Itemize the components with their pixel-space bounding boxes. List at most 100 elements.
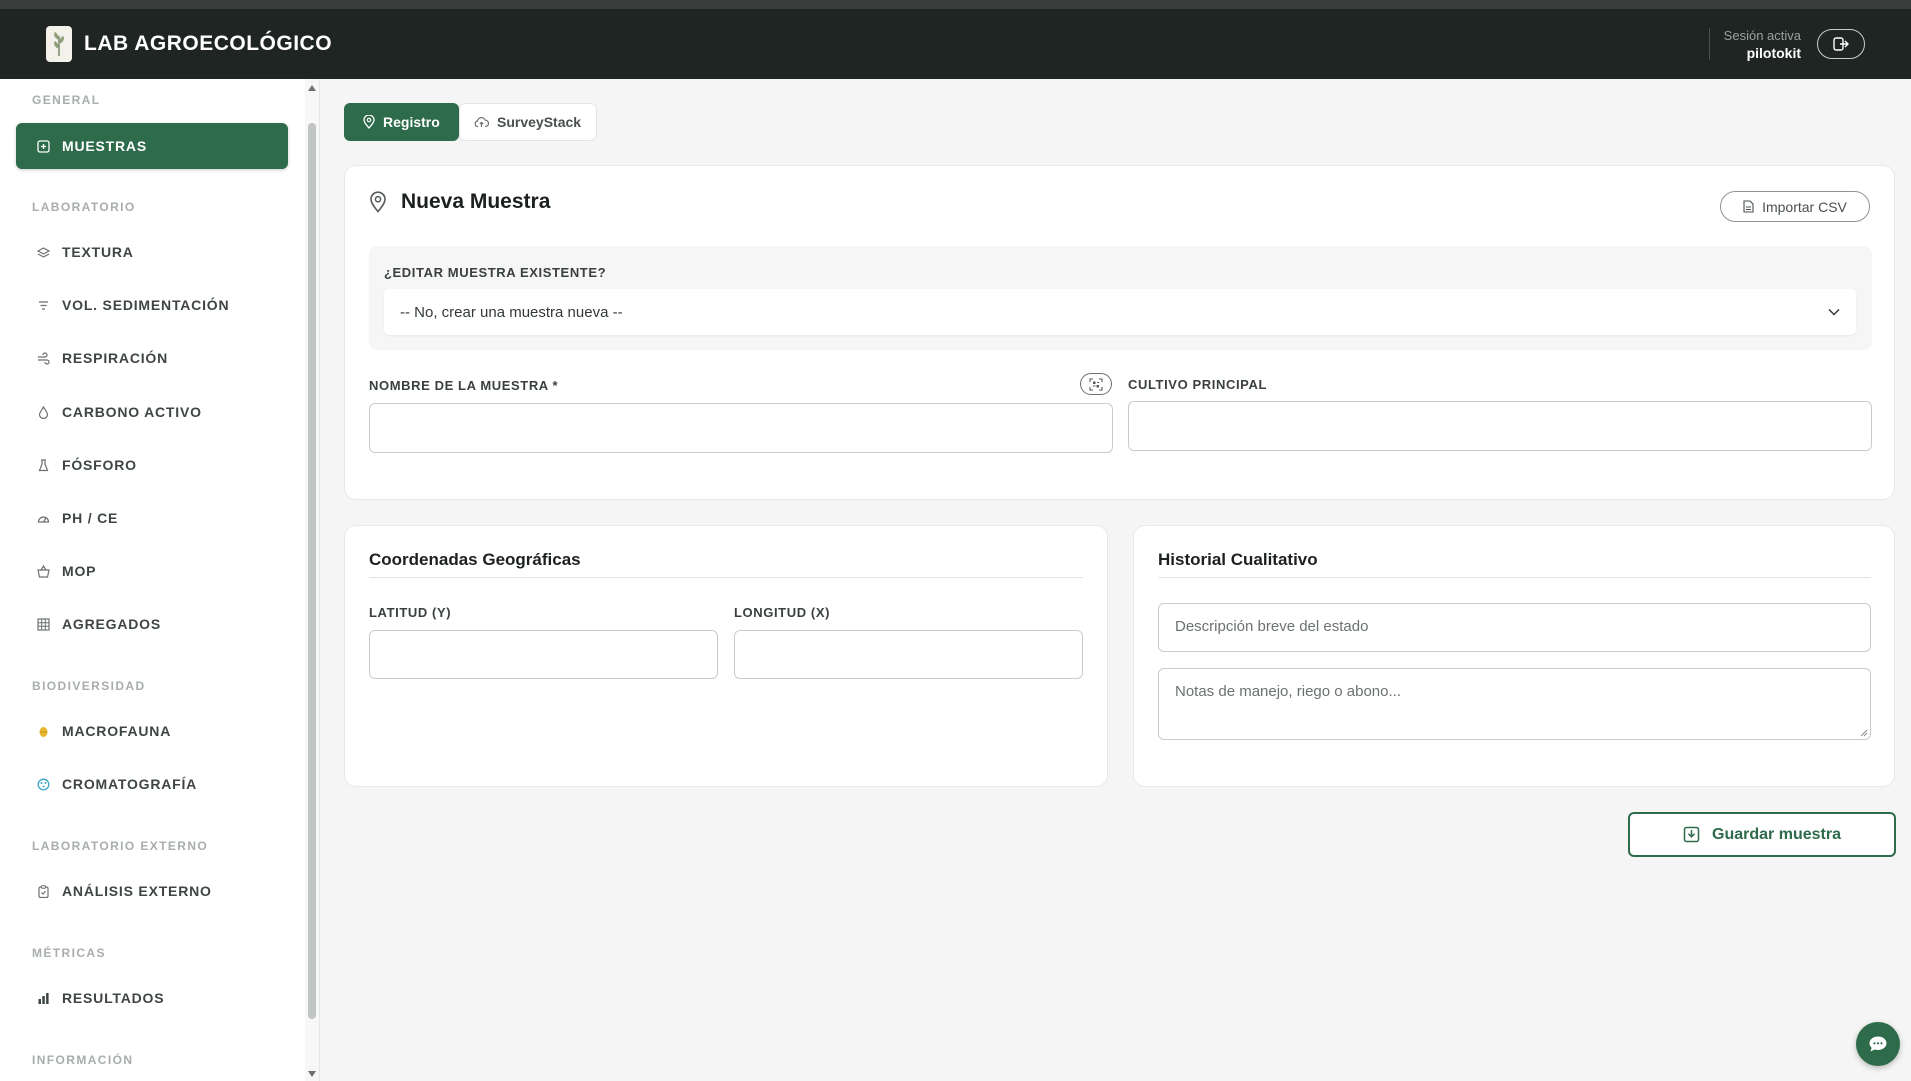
tab-label: SurveyStack	[497, 114, 582, 130]
import-csv-label: Importar CSV	[1762, 198, 1847, 215]
logout-button[interactable]	[1817, 29, 1865, 59]
edit-existing-select[interactable]: -- No, crear una muestra nueva --	[384, 289, 1856, 335]
edit-existing-box: ¿EDITAR MUESTRA EXISTENTE? -- No, crear …	[369, 246, 1872, 350]
card-title-row: Nueva Muestra	[369, 190, 550, 214]
qr-scan-button[interactable]	[1080, 373, 1112, 395]
sidebar-item-textura[interactable]: TEXTURA	[16, 229, 288, 275]
logout-icon	[1833, 37, 1849, 51]
app-logo	[46, 26, 72, 62]
sidebar-item-label: RESULTADOS	[62, 990, 165, 1006]
coordinates-divider	[369, 577, 1083, 578]
save-icon	[1683, 826, 1700, 843]
history-title: Historial Cualitativo	[1158, 550, 1318, 569]
chat-bubble-icon	[1869, 1036, 1887, 1052]
coordinates-card: Coordenadas Geográficas LATITUD (Y) LONG…	[344, 525, 1108, 787]
sidebar-item-agregados[interactable]: AGREGADOS	[16, 601, 288, 647]
state-description-input[interactable]: Descripción breve del estado	[1158, 603, 1871, 652]
state-description-placeholder: Descripción breve del estado	[1175, 618, 1369, 635]
filter-icon	[36, 298, 50, 312]
sidebar-item-label: VOL. SEDIMENTACIÓN	[62, 297, 230, 313]
sidebar-item-macrofauna[interactable]: MACROFAUNA	[16, 708, 288, 754]
sidebar-item-cromatografia[interactable]: CROMATOGRAFÍA	[16, 761, 288, 807]
resize-handle-icon[interactable]	[1860, 729, 1868, 737]
map-pin-icon	[363, 115, 375, 129]
sidebar-item-ph-ce[interactable]: PH / CE	[16, 495, 288, 541]
app-title: LAB AGROECOLÓGICO	[84, 32, 333, 55]
edit-existing-label: ¿EDITAR MUESTRA EXISTENTE?	[384, 265, 607, 280]
sidebar-item-analisis-externo[interactable]: ANÁLISIS EXTERNO	[16, 868, 288, 914]
bug-icon	[36, 724, 50, 738]
scroll-up-arrow-icon[interactable]	[308, 85, 316, 91]
session-label: Sesión activa	[1723, 27, 1801, 43]
management-notes-textarea[interactable]: Notas de manejo, riego o abono...	[1158, 668, 1871, 740]
save-sample-label: Guardar muestra	[1712, 825, 1841, 843]
longitude-label: LONGITUD (X)	[734, 605, 831, 620]
save-sample-button[interactable]: Guardar muestra	[1628, 812, 1896, 857]
session-info: Sesión activa pilotokit	[1724, 28, 1801, 61]
sample-name-input[interactable]	[369, 403, 1113, 453]
coordinates-title: Coordenadas Geográficas	[369, 550, 581, 569]
sidebar-item-label: ANÁLISIS EXTERNO	[62, 883, 212, 899]
sidebar-item-resultados[interactable]: RESULTADOS	[16, 975, 288, 1021]
crop-input[interactable]	[1128, 401, 1872, 451]
sidebar-item-carbono-activo[interactable]: CARBONO ACTIVO	[16, 389, 288, 435]
tab-registro[interactable]: Registro	[344, 103, 459, 141]
sidebar-item-muestras[interactable]: MUESTRAS	[16, 123, 288, 169]
map-pin-icon	[370, 191, 386, 213]
sidebar: GENERAL MUESTRAS LABORATORIO TEXTURA VOL…	[0, 79, 320, 1081]
select-value: -- No, crear una muestra nueva --	[400, 303, 623, 321]
history-divider	[1158, 577, 1871, 578]
sidebar-item-label: MUESTRAS	[62, 138, 147, 154]
sample-name-label: NOMBRE DE LA MUESTRA *	[369, 378, 559, 393]
chat-button[interactable]	[1856, 1022, 1900, 1066]
wind-icon	[36, 351, 50, 365]
latitude-label: LATITUD (Y)	[369, 605, 452, 620]
import-csv-button[interactable]: Importar CSV	[1720, 191, 1870, 222]
chevron-down-icon	[1828, 308, 1840, 316]
file-icon	[1743, 200, 1754, 213]
section-general: GENERAL	[32, 93, 101, 107]
sidebar-item-respiracion[interactable]: RESPIRACIÓN	[16, 335, 288, 381]
basket-icon	[36, 564, 50, 578]
plus-square-icon	[36, 139, 50, 153]
page-title: Nueva Muestra	[401, 190, 551, 213]
tab-surveystack[interactable]: SurveyStack	[459, 103, 597, 141]
layers-icon	[36, 245, 50, 259]
section-biodiversidad: BIODIVERSIDAD	[32, 679, 146, 693]
session-user: pilotokit	[1746, 44, 1801, 61]
droplet-icon	[36, 405, 50, 419]
session-divider	[1708, 28, 1710, 60]
crop-label: CULTIVO PRINCIPAL	[1128, 377, 1267, 392]
sidebar-item-label: PH / CE	[62, 510, 119, 526]
header-right: Sesión activa pilotokit	[1708, 28, 1865, 61]
latitude-input[interactable]	[369, 630, 718, 679]
sidebar-item-label: RESPIRACIÓN	[62, 350, 169, 366]
sidebar-item-mop[interactable]: MOP	[16, 548, 288, 594]
section-laboratorio: LABORATORIO	[32, 200, 136, 214]
sidebar-item-label: FÓSFORO	[62, 457, 137, 473]
longitude-input[interactable]	[734, 630, 1083, 679]
app-header: LAB AGROECOLÓGICO Sesión activa pilotoki…	[0, 9, 1911, 79]
sidebar-scrollbar[interactable]	[305, 79, 319, 1081]
flask-icon	[36, 458, 50, 472]
sidebar-item-fosforo[interactable]: FÓSFORO	[16, 442, 288, 488]
sidebar-item-label: AGREGADOS	[62, 616, 161, 632]
gauge-icon	[36, 511, 50, 525]
bar-chart-icon	[36, 991, 50, 1005]
sidebar-item-vol-sedimentacion[interactable]: VOL. SEDIMENTACIÓN	[16, 282, 288, 328]
view-tabs: Registro SurveyStack	[344, 103, 597, 141]
history-card: Historial Cualitativo Descripción breve …	[1133, 525, 1895, 787]
scrollbar-thumb[interactable]	[308, 123, 316, 1019]
sidebar-item-label: CARBONO ACTIVO	[62, 404, 202, 420]
sidebar-item-label: MOP	[62, 563, 97, 579]
section-informacion: INFORMACIÓN	[32, 1053, 134, 1067]
qr-scan-icon	[1089, 377, 1103, 391]
sidebar-item-label: MACROFAUNA	[62, 723, 172, 739]
tab-label: Registro	[383, 114, 440, 130]
sidebar-item-label: TEXTURA	[62, 244, 134, 260]
management-notes-placeholder: Notas de manejo, riego o abono...	[1175, 683, 1401, 700]
window-top-strip	[0, 0, 1911, 9]
scroll-down-arrow-icon[interactable]	[308, 1071, 316, 1077]
section-metricas: MÉTRICAS	[32, 946, 106, 960]
palette-icon	[36, 777, 50, 791]
